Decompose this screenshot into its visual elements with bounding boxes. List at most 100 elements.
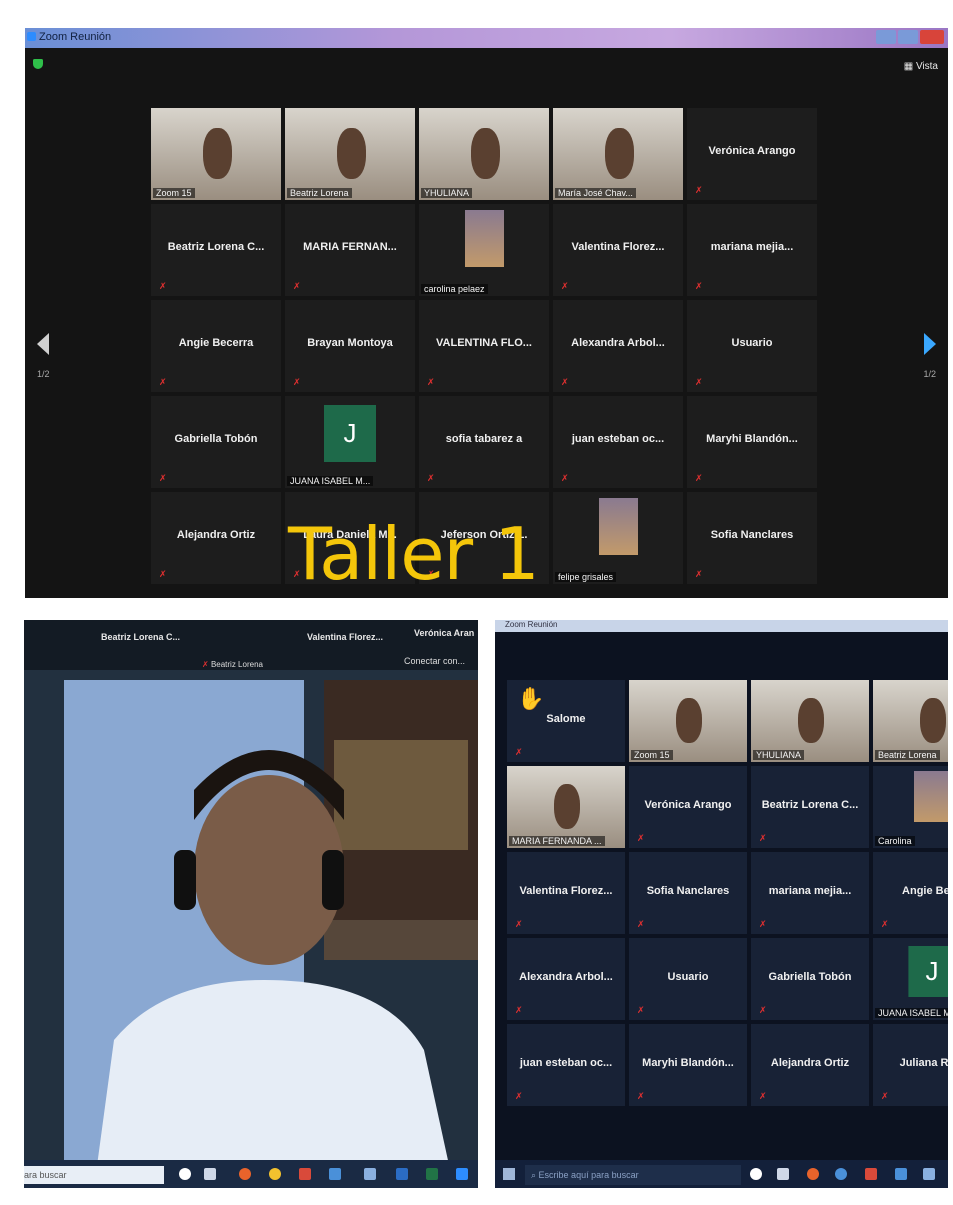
participant-tile[interactable]: felipe grisales bbox=[553, 492, 683, 584]
participant-video bbox=[553, 108, 683, 200]
participant-tile[interactable]: Maryhi Blandón... ✗ bbox=[629, 1024, 747, 1106]
task-view-icon[interactable] bbox=[204, 1168, 216, 1180]
connect-label[interactable]: Conectar con... bbox=[404, 656, 465, 666]
participant-tile[interactable]: Zoom 15 bbox=[151, 108, 281, 200]
participant-tile[interactable]: J JUANA ISABEL M... bbox=[285, 396, 415, 488]
participant-name: Maryhi Blandón... bbox=[706, 433, 798, 445]
participant-tile[interactable]: MARIA FERNANDA ... bbox=[507, 766, 625, 848]
participant-tile[interactable]: Carolina bbox=[873, 766, 948, 848]
participant-tile[interactable]: Brayan Montoya ✗ bbox=[285, 300, 415, 392]
mic-off-icon: ✗ bbox=[159, 377, 167, 387]
participant-name: VALENTINA FLO... bbox=[436, 337, 532, 349]
participant-tile[interactable]: Alejandra Ortiz ✗ bbox=[751, 1024, 869, 1106]
word-icon[interactable] bbox=[396, 1168, 408, 1180]
participant-tile[interactable]: juan esteban oc... ✗ bbox=[507, 1024, 625, 1106]
mic-off-icon: ✗ bbox=[637, 919, 645, 929]
mic-off-icon: ✗ bbox=[637, 1091, 645, 1101]
header-name-2: Valentina Florez... bbox=[307, 632, 384, 642]
excel-icon[interactable] bbox=[426, 1168, 438, 1180]
mic-off-icon: ✗ bbox=[293, 281, 301, 291]
participant-tile[interactable]: J JUANA ISABEL M bbox=[873, 938, 948, 1020]
windows-start-icon[interactable] bbox=[503, 1168, 515, 1180]
participant-tile[interactable]: Sofia Nanclares ✗ bbox=[687, 492, 817, 584]
cortana-icon[interactable] bbox=[179, 1168, 191, 1180]
participant-tile[interactable]: Alexandra Arbol... ✗ bbox=[553, 300, 683, 392]
prev-page-arrow-icon[interactable] bbox=[37, 333, 49, 355]
participant-tile[interactable]: Verónica Arango ✗ bbox=[629, 766, 747, 848]
participant-name: Alexandra Arbol... bbox=[571, 337, 665, 349]
mic-off-icon: ✗ bbox=[159, 281, 167, 291]
participant-tile[interactable]: Beatriz Lorena C... ✗ bbox=[751, 766, 869, 848]
zoom-taskbar-icon[interactable] bbox=[456, 1168, 468, 1180]
header-name-1: Beatriz Lorena C... bbox=[101, 632, 181, 642]
participant-name: Verónica Arango bbox=[708, 145, 796, 157]
participant-tile[interactable]: Beatriz Lorena bbox=[285, 108, 415, 200]
participant-tile[interactable]: carolina pelaez bbox=[419, 204, 549, 296]
chrome-icon[interactable] bbox=[835, 1168, 847, 1180]
taskbar-search[interactable]: ara buscar bbox=[24, 1166, 164, 1184]
outlook-icon[interactable] bbox=[895, 1168, 907, 1180]
participant-tile[interactable]: Angie Becerra ✗ bbox=[151, 300, 281, 392]
minimize-button[interactable] bbox=[876, 30, 896, 44]
security-shield-icon[interactable] bbox=[33, 59, 43, 69]
mic-off-icon: ✗ bbox=[561, 377, 569, 387]
participant-tile[interactable]: YHULIANA bbox=[419, 108, 549, 200]
participant-tile[interactable]: Gabriella Tobón ✗ bbox=[751, 938, 869, 1020]
avatar: J bbox=[908, 946, 948, 998]
next-page-arrow-icon[interactable] bbox=[924, 333, 936, 355]
participant-tile[interactable]: sofia tabarez a ✗ bbox=[419, 396, 549, 488]
participant-tile[interactable]: Valentina Florez... ✗ bbox=[553, 204, 683, 296]
participant-tile[interactable]: juan esteban oc... ✗ bbox=[553, 396, 683, 488]
participant-name: Carolina bbox=[875, 836, 915, 846]
participant-tile[interactable]: Juliana Ram ✗ bbox=[873, 1024, 948, 1106]
mic-off-icon: ✗ bbox=[695, 377, 703, 387]
participant-tile[interactable]: YHULIANA bbox=[751, 680, 869, 762]
participant-tile[interactable]: Zoom 15 bbox=[629, 680, 747, 762]
participant-tile[interactable]: Gabriella Tobón ✗ bbox=[151, 396, 281, 488]
participant-name: María José Chav... bbox=[555, 188, 636, 198]
mic-off-icon: ✗ bbox=[515, 747, 523, 757]
participant-tile[interactable]: Alejandra Ortiz ✗ bbox=[151, 492, 281, 584]
firefox-icon[interactable] bbox=[239, 1168, 251, 1180]
participant-tile[interactable]: Beatriz Lorena bbox=[873, 680, 948, 762]
participant-tile[interactable]: Verónica Arango ✗ bbox=[687, 108, 817, 200]
store-icon[interactable] bbox=[923, 1168, 935, 1180]
search-placeholder: Escribe aquí para buscar bbox=[538, 1170, 639, 1180]
participant-name: MARIA FERNAN... bbox=[303, 241, 397, 253]
chrome-icon[interactable] bbox=[269, 1168, 281, 1180]
participant-tile[interactable]: Sofia Nanclares ✗ bbox=[629, 852, 747, 934]
mic-off-icon: ✗ bbox=[637, 1005, 645, 1015]
overlay-title: Taller 1 bbox=[288, 512, 540, 596]
participant-tile[interactable]: Beatriz Lorena C... ✗ bbox=[151, 204, 281, 296]
cortana-icon[interactable] bbox=[750, 1168, 762, 1180]
mic-off-icon: ✗ bbox=[759, 919, 767, 929]
close-button[interactable] bbox=[920, 30, 944, 44]
participant-tile[interactable]: Angie Bece ✗ bbox=[873, 852, 948, 934]
participant-video bbox=[151, 108, 281, 200]
firefox-icon[interactable] bbox=[807, 1168, 819, 1180]
taskbar-search[interactable]: ⌕ Escribe aquí para buscar bbox=[525, 1165, 741, 1185]
participant-tile[interactable]: Usuario ✗ bbox=[629, 938, 747, 1020]
powerpoint-icon[interactable] bbox=[299, 1168, 311, 1180]
participant-tile[interactable]: MARIA FERNAN... ✗ bbox=[285, 204, 415, 296]
task-view-icon[interactable] bbox=[777, 1168, 789, 1180]
store-icon[interactable] bbox=[364, 1168, 376, 1180]
participant-tile[interactable]: VALENTINA FLO... ✗ bbox=[419, 300, 549, 392]
participant-tile[interactable]: Maryhi Blandón... ✗ bbox=[687, 396, 817, 488]
participant-face bbox=[203, 128, 232, 179]
participant-name: carolina pelaez bbox=[421, 284, 488, 294]
maximize-button[interactable] bbox=[898, 30, 918, 44]
participant-tile[interactable]: Usuario ✗ bbox=[687, 300, 817, 392]
participant-tile[interactable]: Valentina Florez... ✗ bbox=[507, 852, 625, 934]
search-placeholder: ara buscar bbox=[24, 1170, 67, 1180]
taskbar: ⌕ Escribe aquí para buscar bbox=[495, 1160, 948, 1188]
view-button[interactable]: ▦ Vista bbox=[904, 61, 938, 72]
outlook-icon[interactable] bbox=[329, 1168, 341, 1180]
participant-tile[interactable]: mariana mejia... ✗ bbox=[687, 204, 817, 296]
participant-tile[interactable]: Alexandra Arbol... ✗ bbox=[507, 938, 625, 1020]
participant-name: Zoom 15 bbox=[631, 750, 673, 760]
participant-tile[interactable]: mariana mejia... ✗ bbox=[751, 852, 869, 934]
participant-name: JUANA ISABEL M... bbox=[287, 476, 374, 486]
powerpoint-icon[interactable] bbox=[865, 1168, 877, 1180]
participant-tile[interactable]: María José Chav... bbox=[553, 108, 683, 200]
